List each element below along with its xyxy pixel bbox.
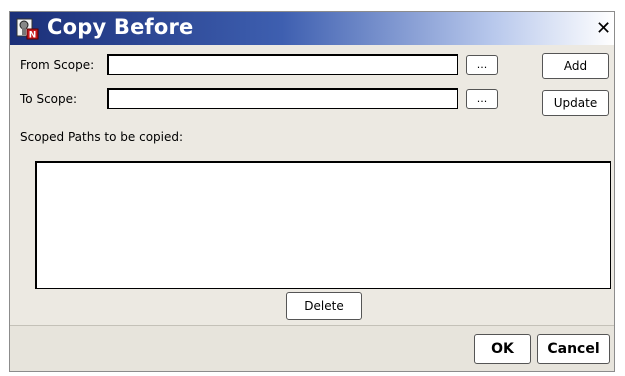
add-button[interactable]: Add (542, 53, 609, 79)
cancel-button[interactable]: Cancel (537, 334, 610, 364)
from-scope-field[interactable] (107, 54, 458, 75)
ok-button[interactable]: OK (474, 334, 531, 364)
scope-copy-icon: N (16, 18, 39, 41)
close-button[interactable]: ✕ (593, 19, 614, 39)
to-scope-label: To Scope: (20, 92, 78, 106)
from-scope-browse-button[interactable]: ... (466, 55, 498, 75)
from-scope-label: From Scope: (20, 58, 95, 72)
to-scope-field[interactable] (107, 88, 458, 109)
dialog-footer: OK Cancel (10, 325, 614, 371)
svg-text:N: N (29, 31, 37, 41)
title-bar[interactable]: N Copy Before ✕ (10, 12, 614, 45)
scoped-paths-list[interactable] (35, 161, 611, 289)
scoped-paths-label: Scoped Paths to be copied: (20, 130, 184, 144)
update-button[interactable]: Update (542, 90, 609, 116)
to-scope-browse-button[interactable]: ... (466, 89, 498, 109)
copy-before-dialog: N Copy Before ✕ From Scope: ... Add To S… (9, 11, 615, 372)
dialog-title: Copy Before (47, 15, 194, 39)
delete-button[interactable]: Delete (286, 292, 362, 320)
